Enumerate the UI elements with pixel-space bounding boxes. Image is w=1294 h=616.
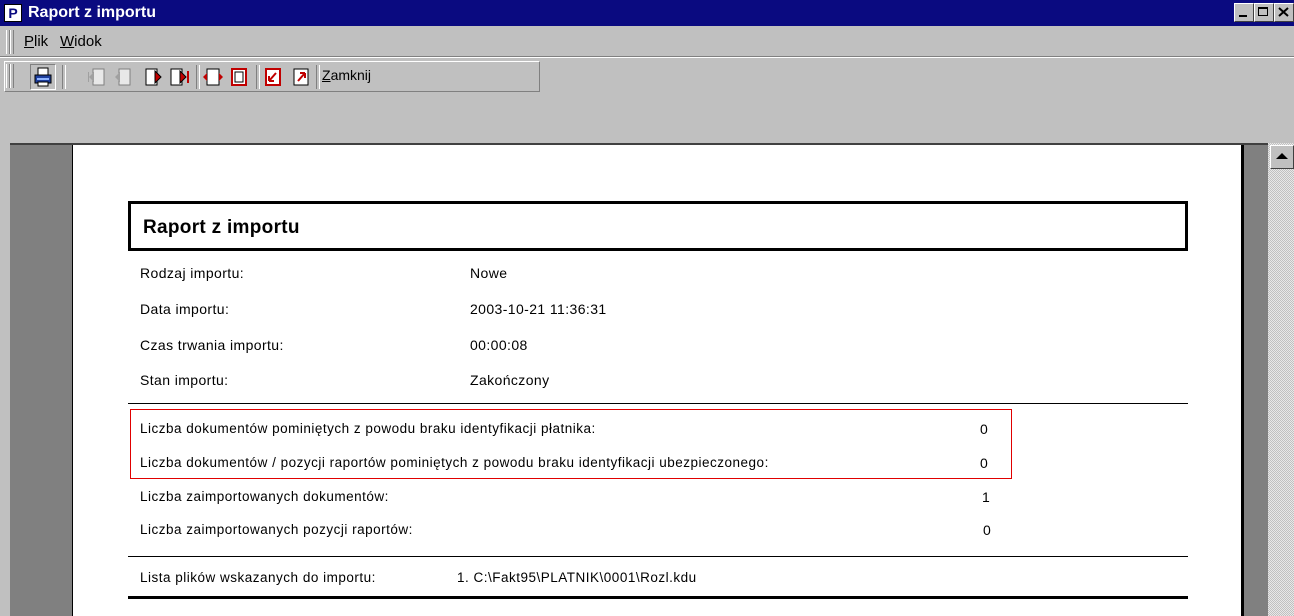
zoom-out-button[interactable] (290, 66, 312, 88)
count-label: Liczba dokumentów pominiętych z powodu b… (140, 421, 596, 436)
field-label: Data importu: (140, 301, 230, 317)
menu-plik[interactable]: Plik (24, 33, 48, 50)
field-value: 00:00:08 (470, 337, 528, 353)
last-page-icon (170, 68, 189, 86)
close-icon (1278, 7, 1289, 17)
section-divider (128, 556, 1188, 557)
zoom-out-icon (293, 68, 309, 86)
next-page-icon (145, 68, 162, 86)
report-title: Raport z importu (143, 217, 300, 238)
field-label: Czas trwania importu: (140, 337, 284, 353)
page-width-icon (203, 68, 223, 86)
toolbar-separator (316, 65, 320, 89)
minimize-button[interactable] (1234, 3, 1254, 22)
count-label: Liczba zaimportowanych dokumentów: (140, 489, 389, 504)
field-label: Stan importu: (140, 372, 229, 388)
previous-page-icon (115, 68, 131, 86)
first-page-button[interactable] (86, 66, 108, 88)
count-value: 0 (980, 455, 988, 471)
title-bar: P Raport z importu (0, 0, 1294, 26)
app-icon[interactable]: P (4, 4, 22, 22)
previous-page-button[interactable] (112, 66, 134, 88)
next-page-button[interactable] (142, 66, 164, 88)
toolbar-separator (62, 65, 66, 89)
files-label: Lista plików wskazanych do importu: (140, 570, 376, 585)
whole-page-button[interactable] (228, 66, 250, 88)
maximize-icon (1258, 7, 1268, 16)
close-window-button[interactable] (1274, 3, 1294, 22)
menu-grip-2[interactable] (10, 30, 14, 54)
window-title: Raport z importu (28, 4, 156, 21)
print-button[interactable] (30, 64, 56, 90)
last-page-button[interactable] (168, 66, 190, 88)
zoom-in-icon (265, 68, 281, 86)
menu-widok[interactable]: Widok (60, 33, 102, 50)
count-label: Liczba zaimportowanych pozycji raportów: (140, 522, 413, 537)
toolbar-grip-2[interactable] (10, 64, 14, 88)
toolbar-separator (256, 65, 260, 89)
report-title-box: Raport z importu (128, 201, 1188, 251)
count-label: Liczba dokumentów / pozycji raportów pom… (140, 455, 769, 470)
minimize-icon (1239, 15, 1247, 17)
field-value: Zakończony (470, 372, 550, 388)
arrow-up-icon (1276, 153, 1288, 159)
toolbar: Zamknij (0, 57, 1294, 94)
scroll-up-button[interactable] (1270, 145, 1294, 169)
maximize-button[interactable] (1254, 3, 1274, 22)
section-divider (128, 403, 1188, 404)
count-value: 0 (983, 522, 991, 538)
page-width-button[interactable] (202, 66, 224, 88)
toolbar-separator (196, 65, 200, 89)
first-page-icon (88, 68, 105, 86)
printer-icon (34, 67, 52, 87)
field-label: Rodzaj importu: (140, 265, 245, 281)
zoom-in-button[interactable] (262, 66, 284, 88)
whole-page-icon (231, 68, 247, 86)
field-value: Nowe (470, 265, 508, 281)
report-bottom-rule (128, 596, 1188, 599)
menu-bar: Plik Widok (0, 26, 1294, 57)
vertical-scrollbar[interactable] (1268, 143, 1294, 616)
count-value: 1 (982, 489, 990, 505)
count-value: 0 (980, 421, 988, 437)
zamknij-button[interactable]: Zamknij (322, 67, 371, 83)
field-value: 2003-10-21 11:36:31 (470, 301, 607, 317)
files-value: 1. C:\Fakt95\PLATNIK\0001\Rozl.kdu (457, 570, 697, 585)
